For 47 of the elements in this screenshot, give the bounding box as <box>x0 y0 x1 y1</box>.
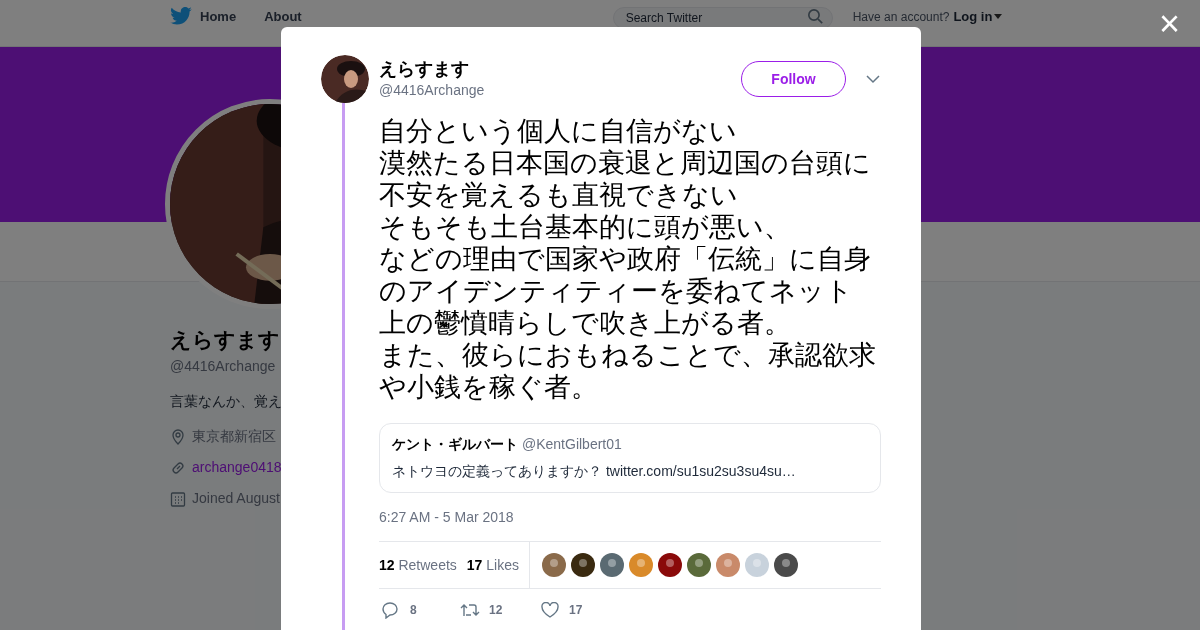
avatar[interactable] <box>687 553 711 577</box>
tweet-text-line: のアイデンティティーを委ねてネット <box>379 275 853 307</box>
profile-bio: 言葉なんか、覚え <box>170 392 282 411</box>
avatar[interactable] <box>571 553 595 577</box>
profile-name: えらすます <box>170 327 280 353</box>
tweet-text-line: などの理由で国家や政府「伝統」に自身 <box>379 243 871 275</box>
search-field[interactable]: Search Twitter <box>612 7 833 29</box>
caret-icon <box>994 14 1003 20</box>
author-name[interactable]: えらすます <box>379 57 485 80</box>
profile-joined: Joined August <box>192 489 280 508</box>
tweet-text-line: 上の鬱憤晴らしで吹き上がる者。 <box>379 307 791 339</box>
tweet-text-line: 不安を覚えるも直視できない <box>379 179 738 211</box>
link-icon <box>170 459 186 476</box>
tweet-timestamp: 6:27 AM - 5 Mar 2018 <box>379 508 515 527</box>
nav-link[interactable]: Home <box>200 7 237 27</box>
reply-icon[interactable] <box>381 601 399 619</box>
retweet-action-count: 12 <box>489 602 504 619</box>
avatar[interactable] <box>658 553 682 577</box>
tweet-text-line: や小銭を稼ぐ者。 <box>379 371 598 403</box>
like-action-count: 17 <box>569 602 583 619</box>
author-handle[interactable]: @4416Archange <box>379 79 485 101</box>
avatar <box>321 55 369 103</box>
login-link[interactable]: Log in <box>953 7 1003 27</box>
reply-count: 8 <box>410 602 418 619</box>
quoted-author-handle: @KentGilbert01 <box>522 435 622 454</box>
avatar[interactable] <box>774 553 798 577</box>
nav-link[interactable]: About <box>264 7 302 27</box>
quoted-author-name: ケント・ギルバート <box>392 435 518 454</box>
tweet-text-line: また、彼らにおもねることで、承認欲求 <box>379 339 876 371</box>
like-count[interactable]: 17 Likes <box>466 554 519 576</box>
account-prompt: Have an account? <box>852 8 950 26</box>
tweet-text-line: 自分という個人に自信がない <box>379 115 737 147</box>
tweet-text-line: 漠然たる日本国の衰退と周辺国の台頭に <box>379 147 871 179</box>
profile-handle: @4416Archange <box>170 357 276 376</box>
search-icon <box>807 9 823 24</box>
tweet-text-line: そもそも土台基本的に頭が悪い、 <box>379 211 791 243</box>
heart-icon[interactable] <box>541 602 559 618</box>
location-pin-icon <box>170 428 186 445</box>
profile-link[interactable]: archange0418 <box>192 457 282 478</box>
quoted-text: ネトウヨの定義ってありますか？ twitter.com/su1su2su3su4su… <box>392 462 797 481</box>
retweet-icon[interactable] <box>460 602 480 618</box>
profile-location: 東京都新宿区 <box>192 427 276 446</box>
calendar-icon <box>170 490 186 507</box>
chevron-down-icon[interactable] <box>866 74 880 84</box>
retweet-count[interactable]: 12 Retweets <box>379 554 457 576</box>
close-button[interactable]: × <box>1158 6 1180 42</box>
quoted-tweet[interactable]: ケント・ギルバート @KentGilbert01 ネトウヨの定義ってありますか？ twitter.com/su1su2su3su4su… <box>379 423 881 493</box>
